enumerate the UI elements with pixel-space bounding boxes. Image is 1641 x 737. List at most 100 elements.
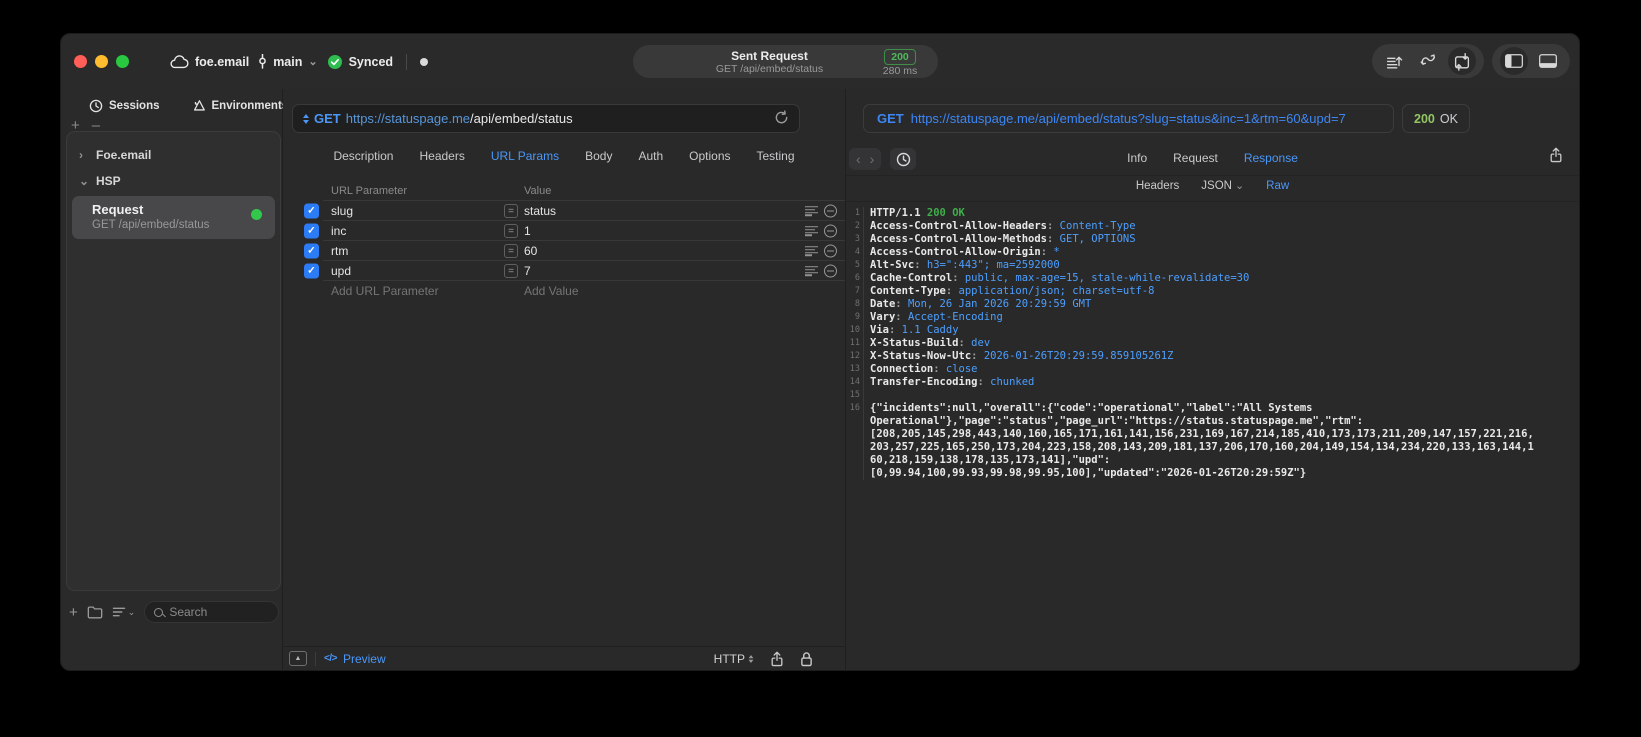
toggle-sidebar-button[interactable] xyxy=(1500,47,1528,75)
sort-list-button[interactable] xyxy=(1380,47,1408,75)
row-options-icon[interactable] xyxy=(805,246,818,256)
request-tab-body[interactable]: Body xyxy=(585,149,612,163)
response-line: 13 Connection: close xyxy=(846,363,1579,376)
add-request-button[interactable]: + xyxy=(69,604,78,621)
request-status-capsule[interactable]: Sent Request GET /api/embed/status 200 2… xyxy=(633,45,938,78)
response-tab-request[interactable]: Request xyxy=(1173,151,1218,165)
protocol-selector[interactable]: HTTP xyxy=(714,652,754,666)
param-name[interactable]: upd xyxy=(331,264,351,278)
response-subtab-json[interactable]: JSON ⌄ xyxy=(1201,179,1244,193)
preview-label: Preview xyxy=(342,651,386,666)
tab-environments[interactable]: Environments xyxy=(192,99,288,113)
request-tab-url-params[interactable]: URL Params xyxy=(491,149,559,163)
search-icon xyxy=(154,607,164,617)
param-name[interactable]: rtm xyxy=(331,244,348,258)
sidebar-search-field[interactable] xyxy=(144,601,279,623)
response-raw-view[interactable]: 1 HTTP/1.1 200 OK 2 Access-Control-Allow-He… xyxy=(846,202,1579,670)
preview-button[interactable]: </> Preview xyxy=(324,652,386,666)
param-row-rtm[interactable]: ✓ rtm = 60 xyxy=(283,241,845,261)
share-request-button[interactable] xyxy=(770,651,784,667)
tree-item-hsp[interactable]: ⌄ HSP xyxy=(67,168,280,194)
import-export-button[interactable] xyxy=(1448,47,1476,75)
param-row-upd[interactable]: ✓ upd = 7 xyxy=(283,261,845,281)
request-tab-headers[interactable]: Headers xyxy=(419,149,464,163)
tree-item-foe-email[interactable]: › Foe.email xyxy=(67,142,280,168)
request-url-bar[interactable]: GET https://statuspage.me/api/embed/stat… xyxy=(292,104,800,133)
toolbar-group-panels xyxy=(1492,44,1570,78)
merge-changes-button[interactable] xyxy=(1414,47,1442,75)
sent-request-url-box[interactable]: GET https://statuspage.me/api/embed/stat… xyxy=(863,104,1394,133)
request-tab-auth[interactable]: Auth xyxy=(638,149,663,163)
line-number: 1 xyxy=(854,208,860,218)
show-console-button[interactable]: ▲ xyxy=(289,651,307,666)
search-input[interactable] xyxy=(169,605,269,619)
list-view-options-button[interactable]: ⌄ xyxy=(112,606,135,618)
tree-item-label: Foe.email xyxy=(96,148,152,162)
param-checkbox[interactable]: ✓ xyxy=(304,203,319,219)
param-value[interactable]: 1 xyxy=(524,224,531,238)
add-param-row[interactable]: Add URL Parameter Add Value xyxy=(283,281,845,301)
remove-param-button[interactable] xyxy=(824,204,837,218)
sync-status-label: Synced xyxy=(348,54,394,69)
minimize-window-button[interactable] xyxy=(95,55,108,68)
line-text: HTTP/1.1 200 OK xyxy=(863,207,965,220)
response-subtab-headers[interactable]: Headers xyxy=(1136,179,1179,192)
header-value: Mon, 26 Jan 2026 20:29:59 GMT xyxy=(907,298,1092,310)
new-folder-icon[interactable] xyxy=(87,605,103,619)
line-number: 14 xyxy=(849,377,860,387)
tab-sessions[interactable]: Sessions xyxy=(89,99,160,113)
refresh-icon xyxy=(775,109,788,123)
response-line: 11 X-Status-Build: dev xyxy=(846,337,1579,350)
param-value[interactable]: status xyxy=(524,204,556,218)
row-options-icon[interactable] xyxy=(805,206,818,216)
request-url[interactable]: https://statuspage.me/api/embed/status xyxy=(346,111,573,126)
lock-button[interactable] xyxy=(800,651,813,667)
remove-param-button[interactable] xyxy=(824,264,837,278)
request-tab-options[interactable]: Options xyxy=(689,149,730,163)
response-tab-response[interactable]: Response xyxy=(1244,151,1298,165)
environments-icon xyxy=(193,100,205,111)
param-name[interactable]: slug xyxy=(331,204,353,218)
param-checkbox[interactable]: ✓ xyxy=(304,263,319,279)
response-subtab-raw[interactable]: Raw xyxy=(1266,179,1289,192)
header-value: GET, OPTIONS xyxy=(1059,233,1136,245)
request-tab-description[interactable]: Description xyxy=(333,149,393,163)
row-options-icon[interactable] xyxy=(805,266,818,276)
resend-request-button[interactable] xyxy=(774,109,789,128)
request-tab-testing[interactable]: Testing xyxy=(757,149,795,163)
remove-param-button[interactable] xyxy=(824,244,837,258)
method-selector-icon[interactable] xyxy=(303,113,309,124)
clock-icon xyxy=(89,99,103,113)
param-checkbox[interactable]: ✓ xyxy=(304,223,319,239)
response-status-code: 200 xyxy=(1414,111,1435,126)
project-menu[interactable]: foe.email xyxy=(169,55,249,69)
param-value[interactable]: 7 xyxy=(524,264,531,278)
request-method[interactable]: GET xyxy=(314,111,341,126)
share-response-button[interactable] xyxy=(1549,147,1563,168)
unsaved-indicator-dot xyxy=(420,57,429,66)
zoom-window-button[interactable] xyxy=(116,55,129,68)
line-text: Date: Mon, 26 Jan 2026 20:29:59 GMT xyxy=(863,298,1091,311)
param-checkbox[interactable]: ✓ xyxy=(304,243,319,259)
sync-status[interactable]: Synced xyxy=(327,54,393,70)
chevron-right-icon: › xyxy=(79,148,83,162)
toggle-bottom-panel-button[interactable] xyxy=(1534,47,1562,75)
param-name[interactable]: inc xyxy=(331,224,346,238)
param-row-inc[interactable]: ✓ inc = 1 xyxy=(283,221,845,241)
add-url-parameter-label[interactable]: Add URL Parameter xyxy=(331,284,439,298)
row-options-icon[interactable] xyxy=(805,226,818,236)
line-number xyxy=(846,428,860,441)
line-text: 60,218,159,138,178,135,173,141],"upd": xyxy=(863,454,1110,467)
branch-menu[interactable]: main ⌄ xyxy=(258,54,318,69)
param-row-slug[interactable]: ✓ slug = status xyxy=(283,201,845,221)
param-value[interactable]: 60 xyxy=(524,244,537,258)
request-list-item-selected[interactable]: Request GET /api/embed/status xyxy=(72,196,275,239)
close-window-button[interactable] xyxy=(74,55,87,68)
response-line: 16 {"incidents":null,"overall":{"code":"o… xyxy=(846,402,1579,415)
add-value-label[interactable]: Add Value xyxy=(524,284,579,298)
line-number: 7 xyxy=(854,286,860,296)
header-value: h3=":443"; ma=2592000 xyxy=(926,259,1060,271)
remove-param-button[interactable] xyxy=(824,224,837,238)
line-text: Operational"},"page":"status","page_url"… xyxy=(863,415,1363,428)
response-tab-info[interactable]: Info xyxy=(1127,151,1147,165)
